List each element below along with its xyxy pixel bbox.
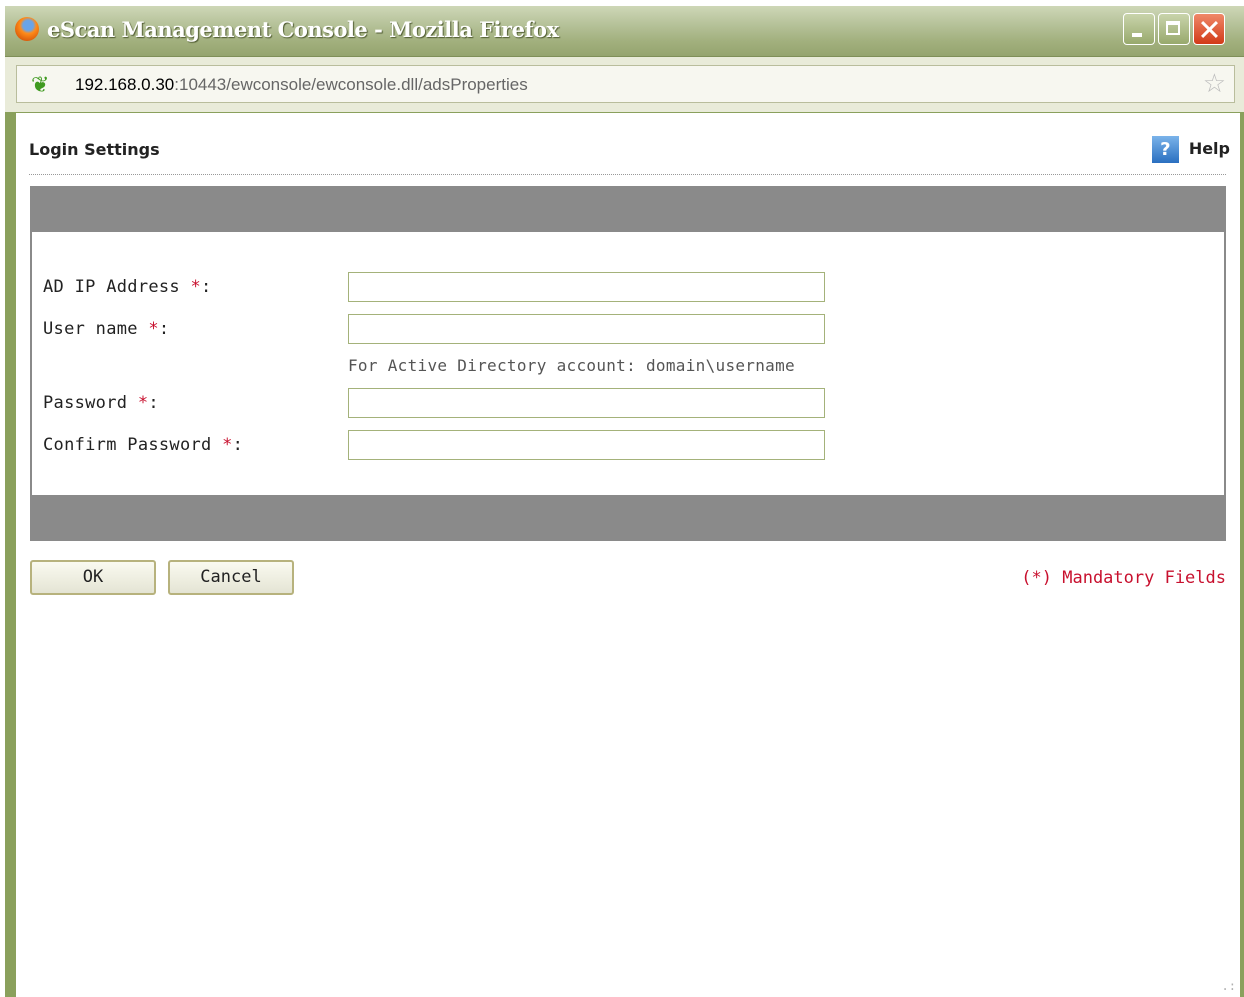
confirm-password-input[interactable] bbox=[348, 430, 825, 460]
help-link[interactable]: ? Help bbox=[1151, 136, 1230, 163]
page-content: Login Settings ? Help AD IP Address *: Us… bbox=[16, 113, 1240, 997]
firefox-icon bbox=[15, 17, 39, 41]
maximize-button[interactable] bbox=[1158, 13, 1190, 45]
ad-ip-label: AD IP Address *: bbox=[43, 277, 212, 297]
panel-header-bar bbox=[32, 188, 1224, 232]
url-host: 192.168.0.30 bbox=[75, 75, 175, 94]
cancel-button[interactable]: Cancel bbox=[168, 560, 294, 595]
title-bar[interactable]: eScan Management Console - Mozilla Firef… bbox=[5, 6, 1244, 57]
divider bbox=[29, 174, 1226, 175]
minimize-button[interactable] bbox=[1123, 13, 1155, 45]
password-label: Password *: bbox=[43, 393, 159, 413]
confirm-password-label: Confirm Password *: bbox=[43, 435, 244, 455]
mandatory-fields-note: (*) Mandatory Fields bbox=[1021, 568, 1226, 588]
browser-window: eScan Management Console - Mozilla Firef… bbox=[5, 6, 1244, 997]
ad-ip-input[interactable] bbox=[348, 272, 825, 302]
close-button[interactable] bbox=[1193, 13, 1225, 45]
help-label: Help bbox=[1188, 139, 1230, 158]
help-icon: ? bbox=[1151, 136, 1179, 163]
login-settings-panel: AD IP Address *: User name *: For Active… bbox=[30, 186, 1226, 541]
panel-footer-bar bbox=[32, 495, 1224, 539]
url-bar: ❦ 192.168.0.30:10443/ewconsole/ewconsole… bbox=[5, 57, 1244, 112]
username-input[interactable] bbox=[348, 314, 825, 344]
username-label: User name *: bbox=[43, 319, 170, 339]
address-field[interactable]: ❦ 192.168.0.30:10443/ewconsole/ewconsole… bbox=[16, 65, 1235, 103]
page-title: Login Settings bbox=[29, 140, 160, 159]
resize-grip[interactable]: .: bbox=[1222, 979, 1236, 993]
star-icon[interactable]: ☆ bbox=[1203, 69, 1226, 99]
site-identity-icon[interactable]: ❦ bbox=[31, 73, 49, 98]
url-path: :10443/ewconsole/ewconsole.dll/adsProper… bbox=[174, 75, 528, 94]
ok-button[interactable]: OK bbox=[30, 560, 156, 595]
url-text: 192.168.0.30:10443/ewconsole/ewconsole.d… bbox=[75, 75, 528, 95]
password-input[interactable] bbox=[348, 388, 825, 418]
username-hint: For Active Directory account: domain\use… bbox=[348, 356, 795, 375]
window-title: eScan Management Console - Mozilla Firef… bbox=[47, 17, 559, 42]
